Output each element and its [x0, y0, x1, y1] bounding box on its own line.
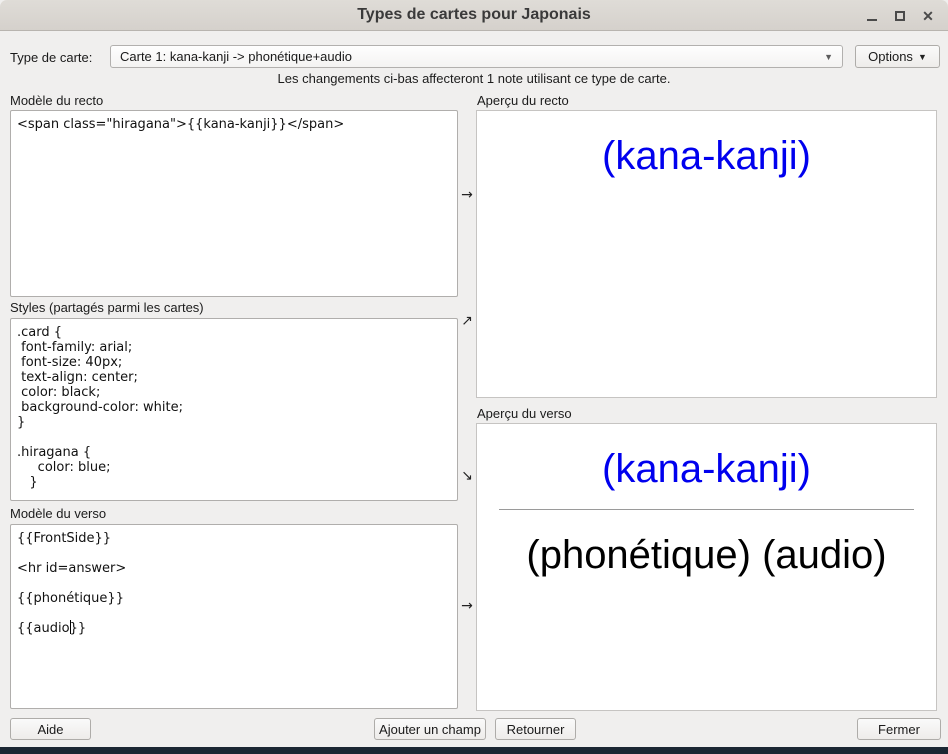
back-template-label: Modèle du verso: [10, 506, 106, 521]
maximize-icon: [895, 11, 905, 21]
options-dropdown-icon: ▼: [918, 52, 927, 62]
titlebar: Types de cartes pour Japonais ✕: [0, 0, 948, 31]
front-template-label: Modèle du recto: [10, 93, 103, 108]
back-template-editor-wrap: {{FrontSide}} <hr id=answer> {{phonétiqu…: [10, 524, 458, 709]
close-dialog-button[interactable]: Fermer: [857, 718, 941, 740]
back-preview-answer-text: (phonétique) (audio): [477, 532, 936, 578]
card-type-label: Type de carte:: [10, 50, 92, 65]
styles-to-back-preview-arrow-icon: ↘: [458, 468, 476, 484]
back-preview-question-text: (kana-kanji): [477, 446, 936, 492]
front-template-editor-wrap: <span class="hiragana">{{kana-kanji}}</s…: [10, 110, 458, 297]
maximize-button[interactable]: [886, 0, 914, 31]
close-icon: ✕: [922, 9, 934, 23]
flip-button[interactable]: Retourner: [495, 718, 576, 740]
styles-label: Styles (partagés parmi les cartes): [10, 300, 204, 315]
options-button[interactable]: Options ▼: [855, 45, 940, 68]
back-preview-panel: (kana-kanji) (phonétique) (audio): [476, 423, 937, 711]
close-button[interactable]: ✕: [914, 0, 942, 31]
minimize-button[interactable]: [858, 0, 886, 31]
answer-divider: [499, 509, 914, 510]
card-type-selected-value: Carte 1: kana-kanji -> phonétique+audio: [120, 49, 352, 64]
back-preview-label: Aperçu du verso: [477, 406, 572, 421]
back-template-editor[interactable]: {{FrontSide}} <hr id=answer> {{phonétiqu…: [10, 524, 458, 709]
bottom-edge-bar: [0, 747, 948, 754]
card-types-dialog: Types de cartes pour Japonais ✕ Type de …: [0, 0, 948, 754]
add-field-button[interactable]: Ajouter un champ: [374, 718, 486, 740]
styles-editor[interactable]: .card { font-family: arial; font-size: 4…: [10, 318, 458, 501]
options-button-label: Options: [868, 49, 913, 64]
help-button[interactable]: Aide: [10, 718, 91, 740]
card-type-select[interactable]: Carte 1: kana-kanji -> phonétique+audio …: [110, 45, 843, 68]
front-preview-panel: (kana-kanji): [476, 110, 937, 398]
front-to-preview-arrow-icon: →: [458, 187, 476, 203]
window-title: Types de cartes pour Japonais: [357, 6, 591, 24]
chevron-down-icon: ▼: [824, 52, 833, 62]
back-to-preview-arrow-icon: →: [458, 598, 476, 614]
styles-to-front-preview-arrow-icon: ↗: [458, 313, 476, 329]
front-template-editor[interactable]: <span class="hiragana">{{kana-kanji}}</s…: [10, 110, 458, 297]
changes-notice: Les changements ci-bas affecteront 1 not…: [0, 71, 948, 86]
front-preview-label: Aperçu du recto: [477, 93, 569, 108]
styles-editor-wrap: .card { font-family: arial; font-size: 4…: [10, 318, 458, 501]
minimize-icon: [867, 19, 877, 21]
front-preview-question-text: (kana-kanji): [477, 133, 936, 179]
window-controls: ✕: [858, 0, 942, 31]
